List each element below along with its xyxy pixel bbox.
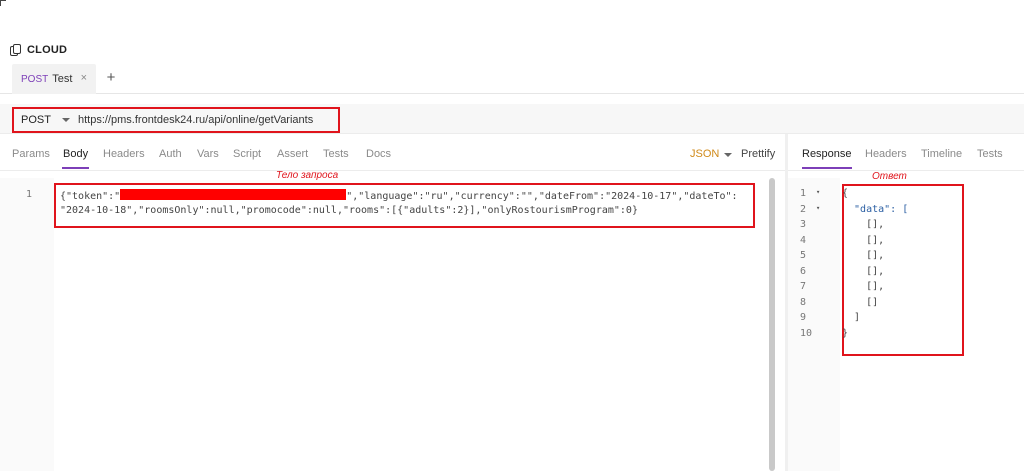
line-number: 6 xyxy=(800,265,807,277)
tab-timeline[interactable]: Timeline xyxy=(921,148,962,160)
response-line-number: 10 xyxy=(800,328,826,339)
request-tab[interactable]: POST Test × xyxy=(12,64,96,94)
response-line-number: 8 xyxy=(800,297,826,308)
collection-name: CLOUD xyxy=(27,44,68,56)
redacted-token xyxy=(120,189,347,200)
line-number: 1 xyxy=(800,188,807,199)
line-number: 9 xyxy=(800,312,807,323)
code-text: {"token":" xyxy=(60,191,121,202)
line-number: 2 xyxy=(800,203,807,215)
body-editor[interactable]: 1 {"token":" ","language":"ru","currency"… xyxy=(0,178,775,471)
code-line: {"token":" ","language":"ru","currency":"… xyxy=(60,189,738,202)
line-number: 10 xyxy=(800,327,813,339)
chevron-down-icon xyxy=(62,118,70,122)
method-select[interactable]: POST xyxy=(14,109,72,131)
line-number: 4 xyxy=(800,234,807,246)
request-tab-method: POST xyxy=(21,73,49,85)
response-code-line: { xyxy=(842,188,849,199)
url-bar-highlight: POST https://pms.frontdesk24.ru/api/onli… xyxy=(12,107,340,133)
response-line-number: 1 ▾ xyxy=(800,188,826,199)
add-tab-button[interactable]: + xyxy=(104,70,118,86)
body-format-select[interactable]: JSON xyxy=(690,148,719,160)
tab-headers[interactable]: Headers xyxy=(103,148,145,160)
code-text: "2024-10-18","roomsOnly":null,"promocode… xyxy=(60,205,638,216)
tab-auth[interactable]: Auth xyxy=(159,148,182,160)
line-gutter: 1 xyxy=(0,178,54,471)
divider xyxy=(0,170,785,171)
close-tab-icon[interactable]: × xyxy=(81,72,87,84)
response-code-line: [], xyxy=(842,219,885,230)
editor-scrollbar[interactable] xyxy=(769,178,775,471)
response-line-number: 9 xyxy=(800,312,826,323)
line-number: 8 xyxy=(800,296,807,308)
window-corner xyxy=(0,0,6,6)
tab-response[interactable]: Response xyxy=(802,148,852,160)
response-code-line: ] xyxy=(842,312,861,323)
line-number: 5 xyxy=(800,250,807,261)
code-line: "2024-10-18","roomsOnly":null,"promocode… xyxy=(60,205,638,216)
tab-docs[interactable]: Docs xyxy=(366,148,391,160)
response-code-line: "data": [ xyxy=(842,203,909,215)
active-tab-indicator xyxy=(62,167,89,169)
response-line-number: 7 xyxy=(800,281,826,292)
request-tab-name: Test xyxy=(52,73,73,85)
response-code-line: [], xyxy=(842,250,885,261)
response-code-line: [], xyxy=(842,234,885,246)
code-text: ","language":"ru","currency":"","dateFro… xyxy=(346,191,738,202)
tab-response-tests[interactable]: Tests xyxy=(977,148,1003,160)
tab-vars[interactable]: Vars xyxy=(197,148,219,160)
line-number: 7 xyxy=(800,281,807,292)
line-number: 3 xyxy=(800,219,807,230)
tab-assert[interactable]: Assert xyxy=(277,148,308,160)
tab-params[interactable]: Params xyxy=(12,148,50,160)
active-tab-indicator xyxy=(802,167,852,169)
response-line-number: 5 xyxy=(800,250,826,261)
response-line-number: 2 ▾ xyxy=(800,204,826,215)
code-area[interactable]: {"token":" ","language":"ru","currency":"… xyxy=(54,178,773,471)
prettify-button[interactable]: Prettify xyxy=(741,148,775,160)
tab-response-headers[interactable]: Headers xyxy=(865,148,907,160)
body-highlight: {"token":" ","language":"ru","currency":"… xyxy=(54,183,755,228)
request-tabs: Params Body Headers Auth Vars Script Ass… xyxy=(0,144,785,169)
line-number: 1 xyxy=(26,189,33,200)
api-client-window: CLOUD POST Test × + POST https://pms.fro… xyxy=(0,0,1024,471)
tab-tests[interactable]: Tests xyxy=(323,148,349,160)
response-line-number: 6 xyxy=(800,266,826,277)
fold-toggle-icon[interactable]: ▾ xyxy=(816,204,820,212)
response-code-line: [], xyxy=(842,265,885,277)
tab-body[interactable]: Body xyxy=(63,148,88,160)
method-label: POST xyxy=(21,114,51,126)
tab-script[interactable]: Script xyxy=(233,148,261,160)
copy-icon xyxy=(10,44,22,56)
response-line-number: 4 xyxy=(800,235,826,246)
response-code-line: [] xyxy=(842,296,879,308)
response-viewer: 1 ▾{2 ▾ "data": [3 [], 4 [], 5 [], 6 [], 7 [],… xyxy=(788,178,1024,471)
collection-title[interactable]: CLOUD xyxy=(10,42,67,58)
chevron-down-icon xyxy=(724,153,732,157)
top-bar: CLOUD xyxy=(0,0,1024,64)
url-bar: POST https://pms.frontdesk24.ru/api/onli… xyxy=(0,104,1024,134)
request-tab-strip: POST Test × + xyxy=(0,64,1024,94)
url-input[interactable]: https://pms.frontdesk24.ru/api/online/ge… xyxy=(72,114,313,126)
response-tabs: Response Headers Timeline Tests xyxy=(788,144,1024,169)
response-code-line: } xyxy=(842,327,849,339)
fold-toggle-icon[interactable]: ▾ xyxy=(816,188,820,196)
response-line-number: 3 xyxy=(800,219,826,230)
response-code-line: [], xyxy=(842,281,885,292)
